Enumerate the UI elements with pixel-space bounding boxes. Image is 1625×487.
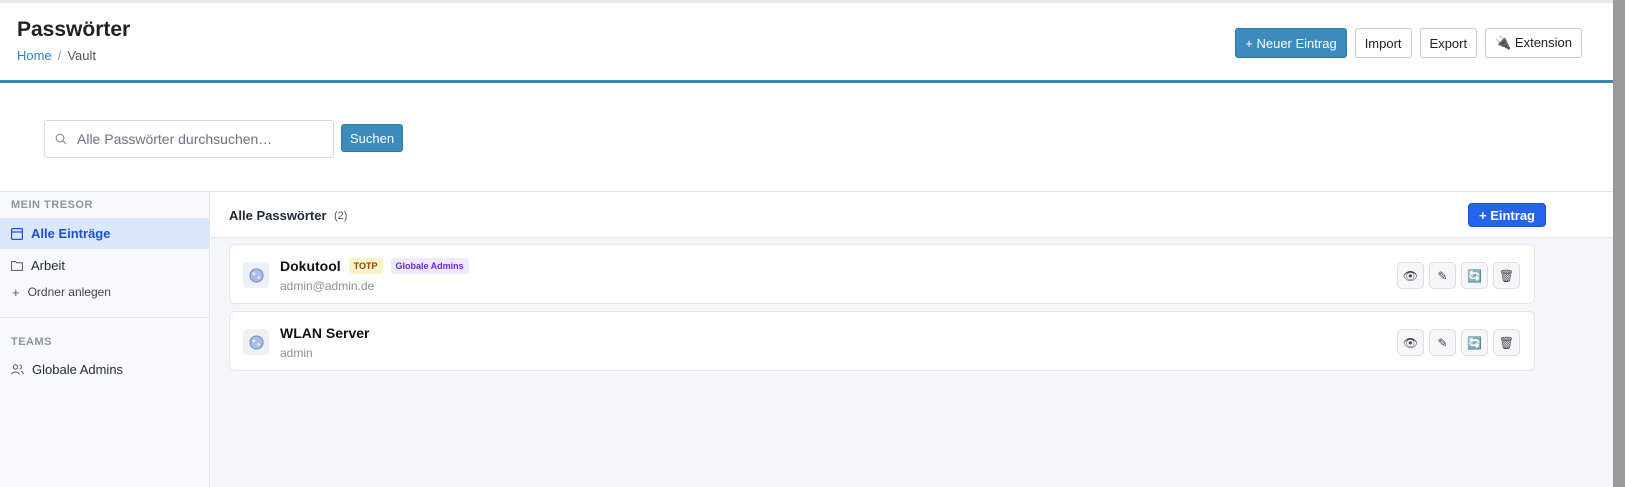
plus-icon: + [12,284,20,300]
sidebar-item-all-entries[interactable]: Alle Einträge [0,218,209,249]
page-title: Passwörter [17,18,131,41]
trash-icon: 🗑 [1498,268,1515,283]
header-actions: + Neuer Eintrag Import Export 🔌 Extensio… [1235,28,1582,58]
entry-title-row: Dokutool TOTP Globale Admins [280,258,469,274]
delete-button[interactable]: 🗑 [1493,262,1520,289]
totp-badge: TOTP [348,258,383,274]
search-input[interactable] [77,131,307,147]
entry-actions: 👁 ✎ 🔄 🗑 [1397,329,1520,356]
globe-icon [243,329,269,355]
breadcrumb-current: Vault [67,48,96,63]
add-folder-button[interactable]: + Ordner anlegen [0,281,209,303]
pencil-icon: ✎ [1437,268,1448,283]
globe-icon [243,262,269,288]
team-badge: Globale Admins [390,258,469,274]
app-window: Passwörter Home / Vault + Neuer Eintrag … [0,0,1613,487]
view-button[interactable]: 👁 [1397,262,1424,289]
main-content: Alle Passwörter (2) + Eintrag Dokutool T… [211,192,1613,487]
entry-title: Dokutool [280,258,341,274]
delete-button[interactable]: 🗑 [1493,329,1520,356]
users-icon [11,364,24,375]
sidebar-item-label: Globale Admins [32,362,124,377]
entry-count: (2) [334,210,348,222]
window-scrollbar[interactable] [1613,0,1625,487]
sidebar-section-vault: MEIN TRESOR [11,199,93,211]
breadcrumb-home-link[interactable]: Home [17,48,52,63]
add-entry-button[interactable]: + Eintrag [1468,203,1546,227]
sidebar-item-globale-admins[interactable]: Globale Admins [0,354,209,385]
entry-username: admin [280,346,313,360]
list-icon [11,227,23,240]
sidebar-section-teams: TEAMS [11,336,52,348]
edit-button[interactable]: ✎ [1429,262,1456,289]
entry-title-row: WLAN Server [280,325,369,341]
import-button[interactable]: Import [1354,28,1412,58]
section-title: Alle Passwörter [229,208,327,223]
entry-username: admin@admin.de [280,279,375,293]
search-button[interactable]: Suchen [341,124,404,152]
sidebar: MEIN TRESOR Alle Einträge Arbeit + Ordne… [0,192,210,487]
search-area: Suchen [0,86,1613,192]
search-box[interactable] [44,120,334,158]
list-item[interactable]: WLAN Server admin 👁 ✎ 🔄 🗑 [229,311,1535,371]
page-header: Passwörter Home / Vault + Neuer Eintrag … [0,3,1613,83]
folder-icon [11,261,23,271]
refresh-icon: 🔄 [1467,335,1482,350]
entry-title: WLAN Server [280,325,370,341]
add-folder-label: Ordner anlegen [27,285,111,299]
sidebar-item-label: Alle Einträge [31,226,111,241]
main-header: Alle Passwörter (2) + Eintrag [211,192,1613,238]
sidebar-item-arbeit[interactable]: Arbeit [0,250,209,281]
sidebar-item-label: Arbeit [31,258,65,273]
breadcrumb-separator: / [57,48,62,63]
eye-icon: 👁 [1402,335,1419,350]
new-entry-button[interactable]: + Neuer Eintrag [1235,28,1347,58]
entry-actions: 👁 ✎ 🔄 🗑 [1397,262,1520,289]
extension-button[interactable]: 🔌 Extension [1485,28,1582,58]
refresh-button[interactable]: 🔄 [1461,262,1488,289]
trash-icon: 🗑 [1498,335,1515,350]
search-icon [55,133,67,145]
refresh-button[interactable]: 🔄 [1461,329,1488,356]
view-button[interactable]: 👁 [1397,329,1424,356]
list-item[interactable]: Dokutool TOTP Globale Admins admin@admin… [229,244,1535,304]
export-button[interactable]: Export [1419,28,1478,58]
pencil-icon: ✎ [1437,335,1448,350]
eye-icon: 👁 [1402,268,1419,283]
breadcrumb: Home / Vault [17,48,96,63]
edit-button[interactable]: ✎ [1429,329,1456,356]
refresh-icon: 🔄 [1467,268,1482,283]
